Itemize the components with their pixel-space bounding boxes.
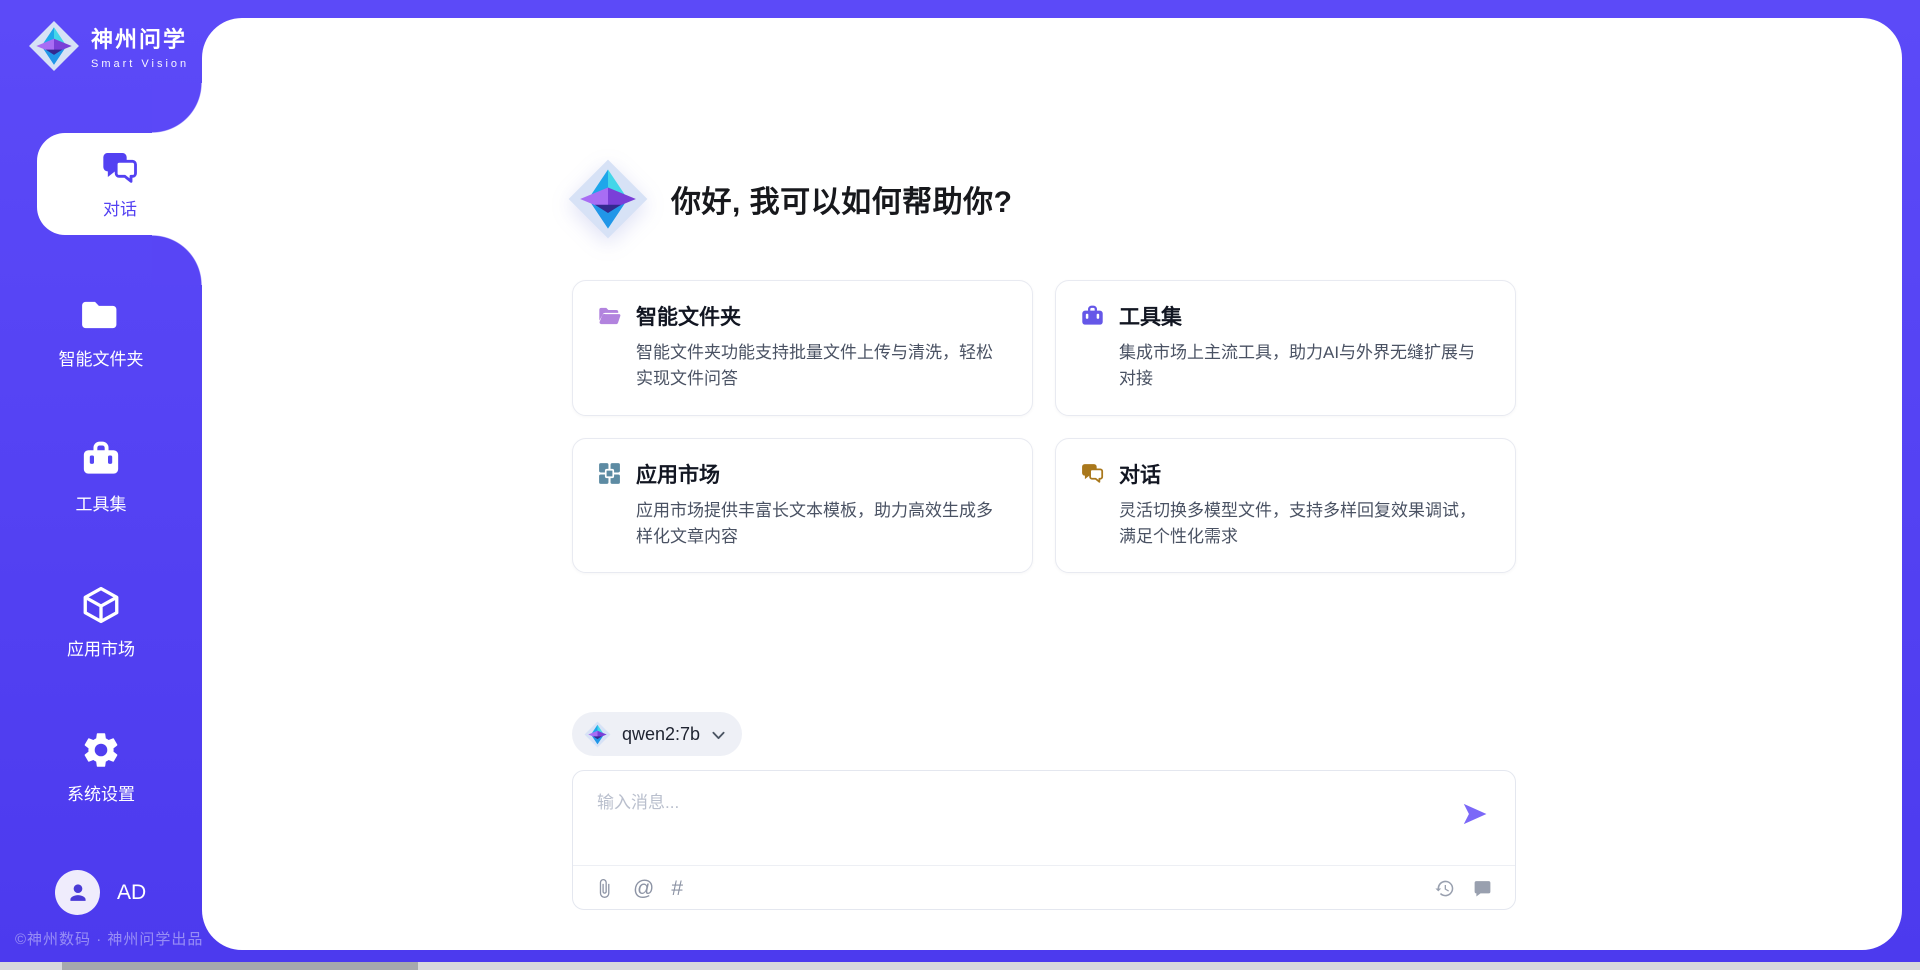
brand-diamond-icon: [567, 158, 649, 240]
avatar: [55, 870, 100, 915]
user-profile[interactable]: AD: [55, 870, 146, 915]
card-title: 对话: [1119, 459, 1161, 489]
feature-cards: 智能文件夹 智能文件夹功能支持批量文件上传与清洗，轻松实现文件问答 工具集 集成…: [572, 280, 1516, 573]
chevron-down-icon: [711, 729, 726, 742]
folder-icon: [80, 294, 122, 336]
card-desc: 集成市场上主流工具，助力AI与外界无缝扩展与对接: [1119, 340, 1491, 393]
card-head: 对话: [1080, 459, 1491, 489]
paperclip-icon[interactable]: [595, 878, 616, 899]
card-smart-folder[interactable]: 智能文件夹 智能文件夹功能支持批量文件上传与清洗，轻松实现文件问答: [572, 280, 1033, 416]
send-icon: [1461, 800, 1489, 828]
card-chat[interactable]: 对话 灵活切换多模型文件，支持多样回复效果调试，满足个性化需求: [1055, 438, 1516, 574]
sidebar-item-label: 应用市场: [67, 635, 135, 660]
model-selector[interactable]: qwen2:7b: [572, 712, 742, 756]
card-desc: 智能文件夹功能支持批量文件上传与清洗，轻松实现文件问答: [636, 340, 1008, 393]
chat-bubbles-icon: [100, 148, 140, 188]
composer-toolbar: @ #: [595, 866, 1493, 910]
sidebar-item-smart-folder[interactable]: 智能文件夹: [0, 294, 202, 370]
card-head: 工具集: [1080, 301, 1491, 331]
sidebar-item-app-market[interactable]: 应用市场: [0, 584, 202, 660]
comment-icon[interactable]: [1472, 878, 1493, 899]
card-desc: 灵活切换多模型文件，支持多样回复效果调试，满足个性化需求: [1119, 498, 1491, 551]
greeting-text: 你好, 我可以如何帮助你?: [671, 177, 1013, 221]
send-button[interactable]: [1460, 800, 1490, 830]
person-icon: [65, 880, 91, 906]
greeting-block: 你好, 我可以如何帮助你?: [567, 158, 1013, 240]
tab-fillet-top: [152, 83, 202, 133]
horizontal-scrollbar: [0, 962, 1920, 970]
scrollbar-thumb[interactable]: [62, 962, 418, 970]
card-head: 智能文件夹: [597, 301, 1008, 331]
sidebar-item-label: 系统设置: [67, 780, 135, 805]
sidebar-item-label: 工具集: [76, 490, 127, 515]
sidebar-item-toolset[interactable]: 工具集: [0, 439, 202, 515]
sidebar-footer: ©神州数码 · 神州问学出品: [15, 928, 205, 949]
brand-diamond-icon: [28, 20, 80, 72]
card-title: 应用市场: [636, 459, 720, 489]
card-title: 智能文件夹: [636, 301, 741, 331]
folder-open-icon: [597, 304, 622, 329]
app-title: 神州问学: [91, 22, 189, 54]
sidebar-item-label: 对话: [103, 195, 137, 220]
message-input[interactable]: [597, 788, 1447, 856]
card-toolset[interactable]: 工具集 集成市场上主流工具，助力AI与外界无缝扩展与对接: [1055, 280, 1516, 416]
model-name: qwen2:7b: [622, 724, 700, 745]
hash-icon[interactable]: #: [671, 878, 683, 899]
history-icon[interactable]: [1434, 878, 1455, 899]
sidebar-item-label: 智能文件夹: [59, 345, 144, 370]
cube-icon: [80, 584, 122, 626]
app-logo: 神州问学 Smart Vision: [28, 20, 189, 72]
gear-icon: [80, 729, 122, 771]
grid-icon: [597, 461, 622, 486]
main-panel: 你好, 我可以如何帮助你? 智能文件夹 智能文件夹功能支持批量文件上传与清洗，轻…: [202, 18, 1902, 950]
sidebar-item-chat[interactable]: 对话: [37, 133, 203, 235]
sidebar-item-settings[interactable]: 系统设置: [0, 729, 202, 805]
at-icon[interactable]: @: [633, 878, 654, 899]
card-title: 工具集: [1119, 301, 1182, 331]
card-head: 应用市场: [597, 459, 1008, 489]
brand-diamond-icon: [584, 721, 611, 748]
chat-bubbles-icon: [1080, 461, 1105, 486]
app-subtitle: Smart Vision: [91, 58, 189, 70]
message-composer: @ #: [572, 770, 1516, 910]
briefcase-icon: [1080, 304, 1105, 329]
card-desc: 应用市场提供丰富长文本模板，助力高效生成多样化文章内容: [636, 498, 1008, 551]
user-name: AD: [117, 881, 146, 905]
card-app-market[interactable]: 应用市场 应用市场提供丰富长文本模板，助力高效生成多样化文章内容: [572, 438, 1033, 574]
briefcase-icon: [80, 439, 122, 481]
tab-fillet-bottom: [152, 235, 202, 285]
app-window: 你好, 我可以如何帮助你? 智能文件夹 智能文件夹功能支持批量文件上传与清洗，轻…: [0, 0, 1920, 970]
